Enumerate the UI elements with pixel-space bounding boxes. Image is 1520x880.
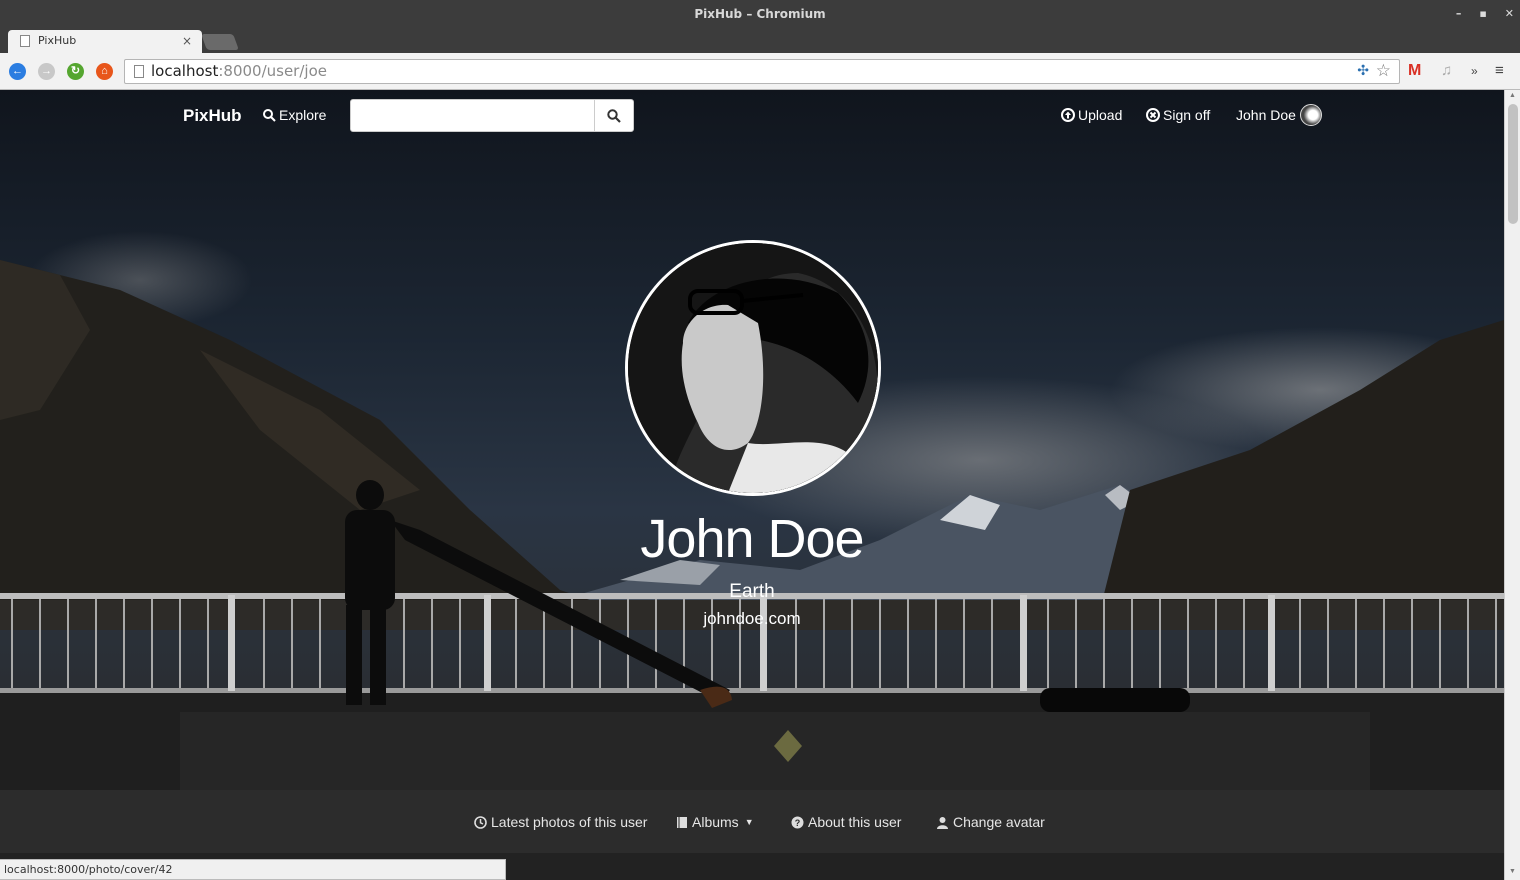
url-path: :8000/user/joe [218, 62, 327, 80]
profile-website-link[interactable]: johndoe.com [0, 609, 1504, 629]
caret-down-icon: ▼ [744, 817, 754, 827]
maximize-button[interactable]: ▪ [1479, 0, 1486, 28]
tab-strip: PixHub × [0, 28, 1520, 54]
cover-photo[interactable]: PixHub Explore Upload Sign off John Doe [0, 90, 1504, 790]
signoff-link[interactable]: Sign off [1146, 107, 1210, 123]
site-navbar: PixHub Explore Upload Sign off John Doe [0, 90, 1504, 142]
browser-toolbar: ← → ↻ ⌂ localhost:8000/user/joe ☆ ✣ M ♫ … [0, 53, 1520, 90]
user-profile-link[interactable]: John Doe [1236, 107, 1296, 123]
extension-satellite-icon[interactable]: ✣ [1357, 60, 1369, 83]
upload-link[interactable]: Upload [1061, 107, 1122, 123]
minimize-button[interactable]: – [1456, 0, 1462, 28]
profile-location: Earth [729, 581, 775, 602]
signoff-label: Sign off [1163, 107, 1211, 123]
profile-avatar[interactable] [625, 240, 881, 496]
page-info-icon [134, 65, 144, 78]
address-bar[interactable]: localhost:8000/user/joe ☆ ✣ [124, 59, 1400, 84]
tab-close-icon[interactable]: × [182, 30, 192, 52]
scroll-thumb[interactable] [1508, 104, 1518, 224]
notification-bell-icon[interactable]: ♫ [1441, 62, 1452, 80]
forward-icon[interactable]: → [38, 63, 55, 80]
close-window-button[interactable]: ✕ [1505, 0, 1514, 28]
change-avatar-label: Change avatar [953, 814, 1045, 830]
new-tab-button[interactable] [201, 34, 239, 50]
status-bubble: localhost:8000/photo/cover/42 [0, 859, 506, 880]
upload-icon [1061, 108, 1075, 122]
page-icon [20, 35, 30, 47]
extensions-overflow-icon[interactable]: » [1471, 62, 1478, 80]
close-circle-icon [1146, 108, 1160, 122]
book-icon [677, 816, 687, 828]
search-icon [607, 108, 621, 123]
reload-icon[interactable]: ↻ [67, 63, 84, 80]
gmail-icon[interactable]: M [1408, 62, 1421, 80]
window-title: PixHub – Chromium [694, 7, 826, 21]
back-icon[interactable]: ← [9, 63, 26, 80]
bookmark-star-icon[interactable]: ☆ [1376, 60, 1391, 83]
site-brand[interactable]: PixHub [183, 106, 242, 126]
latest-photos-label: Latest photos of this user [491, 814, 648, 830]
user-icon [937, 816, 948, 829]
tab-title: PixHub [38, 34, 77, 47]
search-button[interactable] [594, 99, 634, 132]
scroll-up-arrow-icon[interactable]: ▲ [1509, 92, 1516, 99]
page-viewport: PixHub Explore Upload Sign off John Doe [0, 90, 1504, 880]
profile-subnav: Latest photos of this user Albums ▼ ? Ab… [0, 790, 1504, 853]
question-circle-icon: ? [791, 816, 804, 828]
about-user-label: About this user [808, 814, 902, 830]
tab-pixhub[interactable]: PixHub × [8, 30, 202, 54]
search-icon [263, 108, 276, 122]
user-avatar-small[interactable] [1300, 104, 1322, 126]
home-icon[interactable]: ⌂ [96, 63, 113, 80]
explore-label: Explore [279, 107, 327, 123]
latest-photos-link[interactable]: Latest photos of this user [474, 814, 647, 830]
about-user-link[interactable]: ? About this user [791, 814, 901, 830]
scroll-down-arrow-icon[interactable]: ▼ [1509, 868, 1516, 875]
upload-label: Upload [1078, 107, 1123, 123]
url-host: localhost [151, 62, 219, 80]
explore-link[interactable]: Explore [263, 107, 326, 123]
profile-avatar-image [628, 243, 878, 493]
profile-name: John Doe [640, 509, 864, 569]
menu-icon[interactable]: ≡ [1495, 62, 1504, 80]
username-label: John Doe [1236, 107, 1296, 123]
search-input[interactable] [350, 99, 595, 132]
albums-dropdown[interactable]: Albums ▼ [676, 814, 754, 830]
albums-label: Albums [692, 814, 739, 830]
page-scrollbar[interactable]: ▲ ▼ [1504, 90, 1520, 880]
svg-text:?: ? [795, 818, 801, 828]
clock-icon [474, 815, 487, 829]
window-titlebar: PixHub – Chromium – ▪ ✕ [0, 0, 1520, 28]
change-avatar-link[interactable]: Change avatar [936, 814, 1045, 830]
